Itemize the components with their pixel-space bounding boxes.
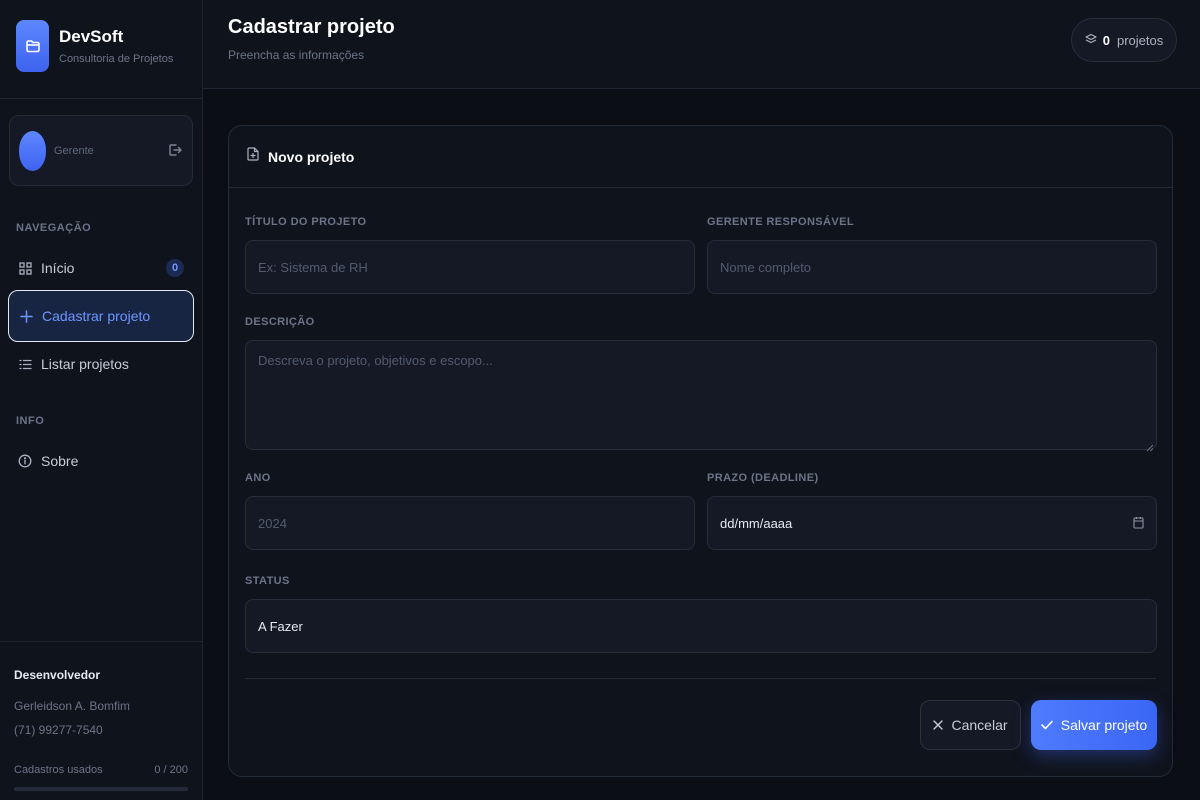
brand[interactable]: DevSoft Consultoria de Projetos — [16, 20, 173, 72]
check-icon — [1040, 717, 1053, 733]
card-header: Novo projeto — [229, 126, 1172, 188]
description-label: DESCRIÇÃO — [245, 316, 315, 328]
project-count: 0 — [1102, 32, 1110, 48]
brand-subtitle: Consultoria de Projetos — [59, 53, 174, 65]
description-textarea[interactable] — [245, 340, 1157, 450]
sidebar-item-inicio[interactable]: Início 0 — [8, 242, 194, 294]
status-select[interactable]: A Fazer — [245, 599, 1157, 653]
project-title-label: TÍTULO DO PROJETO — [245, 216, 367, 228]
cancel-button[interactable]: Cancelar — [920, 700, 1021, 750]
usage-label: Cadastros usados — [14, 764, 103, 776]
cancel-label: Cancelar — [951, 717, 1008, 733]
count-badge: 0 — [166, 259, 184, 277]
close-icon — [933, 717, 944, 733]
sidebar-footer-divider — [0, 641, 203, 642]
info-section-label: INFO — [16, 415, 45, 427]
status-label: STATUS — [245, 575, 290, 587]
developer-name: Gerleidson A. Bomfim — [14, 699, 131, 713]
deadline-value: dd/mm/aaaa — [720, 515, 793, 531]
logout-icon[interactable] — [168, 143, 182, 162]
avatar — [19, 131, 46, 171]
grid-icon — [18, 261, 32, 275]
project-title-input[interactable] — [245, 240, 695, 294]
developer-phone: (71) 99277-7540 — [14, 723, 103, 737]
info-icon — [18, 454, 32, 468]
user-card: Gerente — [9, 115, 193, 186]
save-label: Salvar projeto — [1060, 717, 1148, 733]
file-plus-icon — [247, 147, 259, 166]
sidebar-item-label: Listar projetos — [41, 356, 129, 372]
brand-name: DevSoft — [59, 27, 124, 46]
sidebar-item-sobre[interactable]: Sobre — [8, 435, 194, 487]
list-icon — [18, 357, 32, 371]
sidebar: DevSoft Consultoria de Projetos Gerente … — [0, 0, 203, 800]
page-subtitle: Preencha as informações — [228, 48, 365, 62]
card-title: Novo projeto — [268, 148, 355, 165]
project-form-card: Novo projeto TÍTULO DO PROJETO GERENTE R… — [228, 125, 1173, 777]
project-count-label: projetos — [1116, 32, 1164, 48]
year-input[interactable] — [245, 496, 695, 550]
sidebar-item-label: Sobre — [41, 453, 79, 469]
page-title: Cadastrar projeto — [228, 16, 395, 38]
manager-input[interactable] — [707, 240, 1157, 294]
project-count-pill: 0 projetos — [1071, 18, 1177, 62]
plus-icon — [19, 309, 33, 323]
developer-title: Desenvolvedor — [14, 668, 101, 682]
sidebar-item-label: Cadastrar projeto — [42, 308, 151, 324]
save-project-button[interactable]: Salvar projeto — [1031, 700, 1157, 750]
calendar-icon[interactable] — [1133, 516, 1144, 532]
sidebar-item-label: Início — [41, 260, 75, 276]
year-label: ANO — [245, 472, 271, 484]
status-value: A Fazer — [258, 618, 303, 634]
deadline-date-input[interactable]: dd/mm/aaaa — [707, 496, 1157, 550]
sidebar-item-listar-projetos[interactable]: Listar projetos — [8, 338, 194, 390]
header: Cadastrar projeto Preencha as informaçõe… — [203, 0, 1200, 89]
layers-icon — [1085, 33, 1097, 48]
form-divider — [245, 678, 1156, 679]
user-role: Gerente — [54, 145, 94, 157]
sidebar-item-cadastrar-projeto[interactable]: Cadastrar projeto — [8, 290, 194, 342]
nav-section-label: NAVEGAÇÃO — [16, 222, 92, 234]
deadline-label: PRAZO (DEADLINE) — [707, 472, 819, 484]
usage-count: 0 / 200 — [154, 764, 188, 776]
folder-icon — [16, 20, 49, 72]
sidebar-divider — [0, 98, 203, 99]
usage-progress-bar — [14, 787, 188, 791]
manager-label: GERENTE RESPONSÁVEL — [707, 216, 854, 228]
